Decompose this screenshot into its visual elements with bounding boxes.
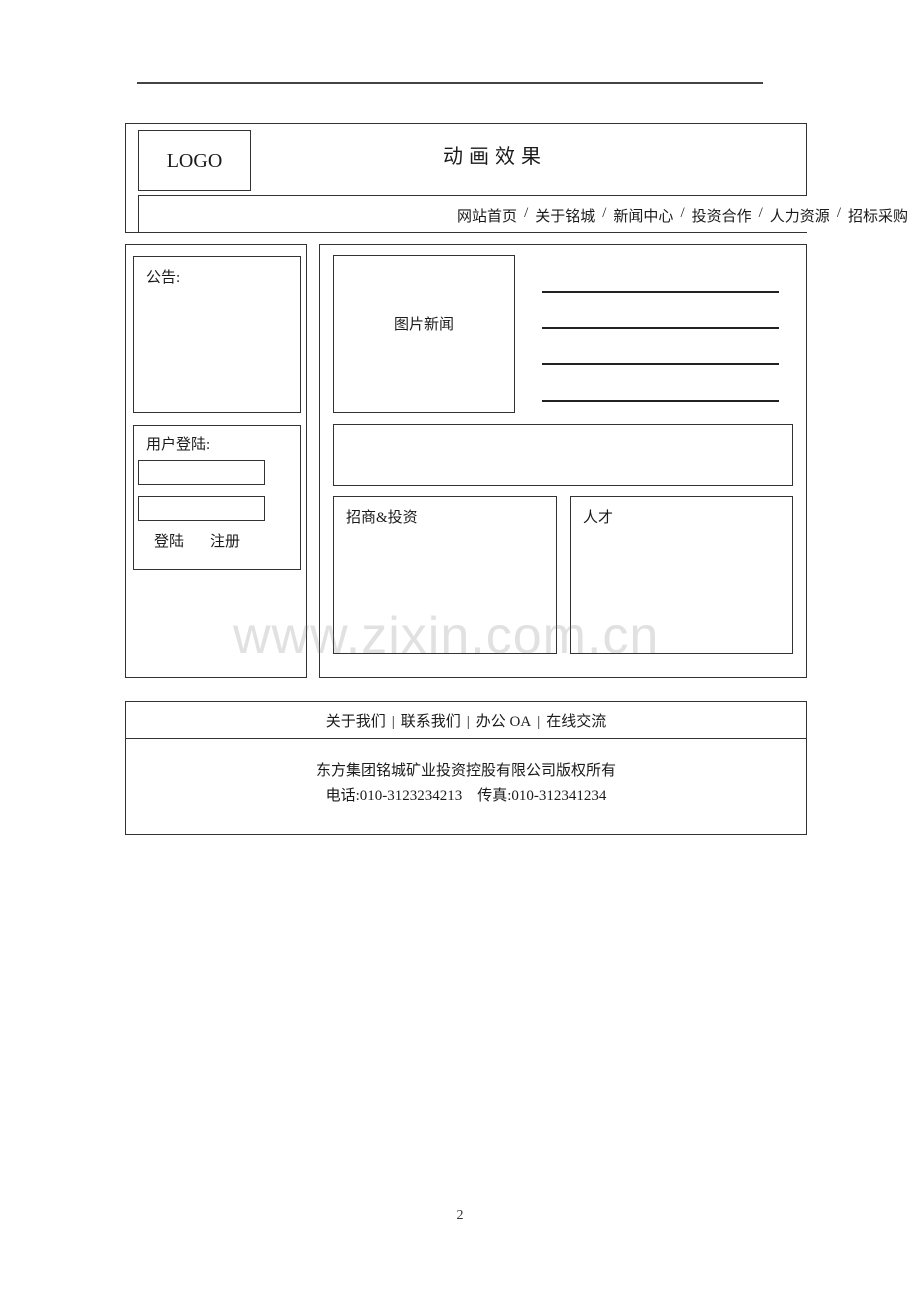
photo-news-label: 图片新闻 (393, 317, 454, 333)
nav-separator: / (524, 205, 529, 221)
footer-link-separator: | (466, 714, 470, 730)
banner-strip (333, 424, 793, 486)
footer-link[interactable]: 关于我们 (326, 714, 386, 730)
login-label: 用户登陆: (146, 437, 211, 453)
nav-separator: / (602, 205, 607, 221)
invest-label: 招商&投资 (346, 510, 418, 526)
nav-item[interactable]: 新闻中心 (613, 205, 673, 226)
footer-link-separator: | (391, 714, 395, 730)
nav-item[interactable]: 关于铭城 (535, 205, 595, 226)
logo[interactable]: LOGO (138, 130, 251, 191)
copyright-text: 东方集团铭城矿业投资控股有限公司版权所有 (315, 763, 616, 779)
footer-links: 关于我们 | 联系我们 | 办公 OA | 在线交流 (125, 710, 807, 731)
top-rule (137, 82, 763, 84)
news-list-item[interactable] (542, 363, 779, 365)
contact-text: 电话:010-3123234213 传真:010-312341234 (325, 788, 607, 804)
nav-menu: 网站首页 / 关于铭城 / 新闻中心 / 投资合作 / 人力资源 / 招标采购 (457, 205, 908, 226)
nav-item[interactable]: 人力资源 (770, 205, 830, 226)
banner-title: 动画效果 (443, 146, 547, 168)
footer-link-separator: | (537, 714, 541, 730)
footer-link[interactable]: 在线交流 (546, 714, 606, 730)
page-number: 2 (456, 1208, 464, 1223)
nav-item[interactable]: 网站首页 (457, 205, 517, 226)
photo-news-panel[interactable] (333, 255, 515, 413)
footer-link[interactable]: 联系我们 (401, 714, 461, 730)
news-list-item[interactable] (542, 291, 779, 293)
watermark: www.zixin.com.cn (233, 607, 660, 665)
notice-label: 公告: (146, 270, 181, 286)
nav-separator: / (836, 205, 841, 221)
nav-separator: / (680, 205, 685, 221)
login-button[interactable]: 登陆 (154, 530, 184, 551)
register-button[interactable]: 注册 (210, 530, 240, 551)
password-input[interactable] (138, 496, 265, 521)
footer-link[interactable]: 办公 OA (476, 714, 531, 730)
nav-separator: / (758, 205, 763, 221)
talent-label: 人才 (583, 510, 614, 526)
nav-item[interactable]: 招标采购 (848, 205, 908, 226)
nav-item[interactable]: 投资合作 (692, 205, 752, 226)
username-input[interactable] (138, 460, 265, 485)
news-list-item[interactable] (542, 327, 779, 329)
news-list-item[interactable] (542, 400, 779, 402)
